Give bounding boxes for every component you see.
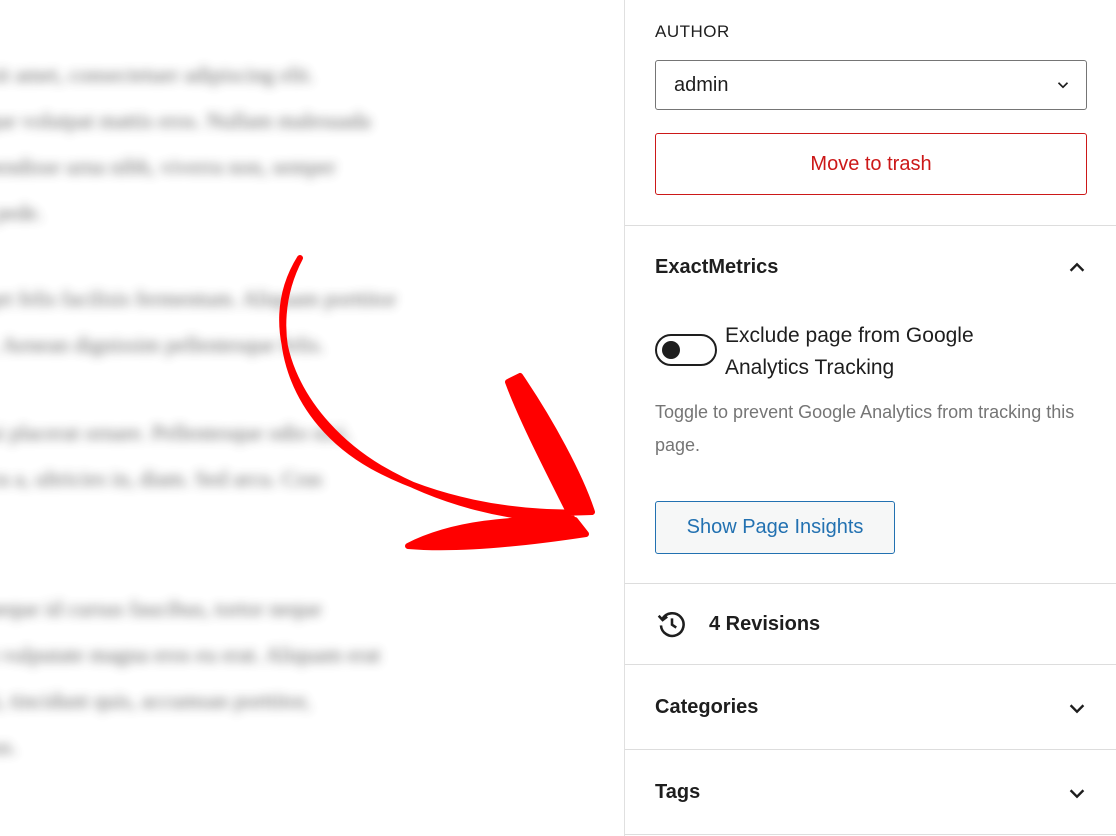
- chevron-down-icon: [1057, 82, 1069, 89]
- exactmetrics-panel-title[interactable]: ExactMetrics: [655, 256, 778, 279]
- tags-panel-title[interactable]: Tags: [655, 781, 700, 804]
- chevron-down-icon[interactable]: [1065, 781, 1089, 805]
- move-to-trash-button[interactable]: Move to trash: [655, 133, 1087, 195]
- exclude-tracking-help: Toggle to prevent Google Analytics from …: [655, 402, 1075, 455]
- author-selected-value: admin: [674, 73, 729, 96]
- settings-sidebar: AUTHOR admin Move to trash ExactMetrics …: [624, 0, 1116, 836]
- editor-paragraph[interactable]: dui placerat ornare. Pellentesque odio n…: [0, 410, 576, 502]
- categories-panel-title[interactable]: Categories: [655, 696, 758, 719]
- chevron-down-icon[interactable]: [1065, 696, 1089, 720]
- editor-paragraph[interactable]: eget felis facilisis fermentum. Aliquam …: [0, 276, 576, 368]
- revisions-link[interactable]: 4 Revisions: [625, 584, 1116, 664]
- editor-paragraph[interactable]: r sit amet, consectetuer adipiscing elit…: [0, 52, 576, 236]
- history-icon: [657, 612, 685, 638]
- editor-canvas[interactable]: r sit amet, consectetuer adipiscing elit…: [0, 0, 624, 836]
- show-page-insights-button[interactable]: Show Page Insights: [655, 501, 895, 554]
- revisions-label: 4 Revisions: [709, 612, 821, 635]
- chevron-up-icon[interactable]: [1065, 256, 1089, 280]
- author-label: AUTHOR: [655, 22, 730, 41]
- exclude-tracking-label[interactable]: Exclude page from Google Analytics Track…: [725, 320, 1045, 384]
- exclude-tracking-toggle[interactable]: [655, 334, 717, 366]
- divider: [625, 834, 1116, 835]
- divider: [625, 664, 1116, 665]
- divider: [625, 225, 1116, 226]
- author-select[interactable]: admin: [655, 60, 1087, 110]
- toggle-knob: [662, 341, 680, 359]
- divider: [625, 749, 1116, 750]
- editor-paragraph[interactable]: , neque id cursus faucibus, tortor neque…: [0, 586, 576, 770]
